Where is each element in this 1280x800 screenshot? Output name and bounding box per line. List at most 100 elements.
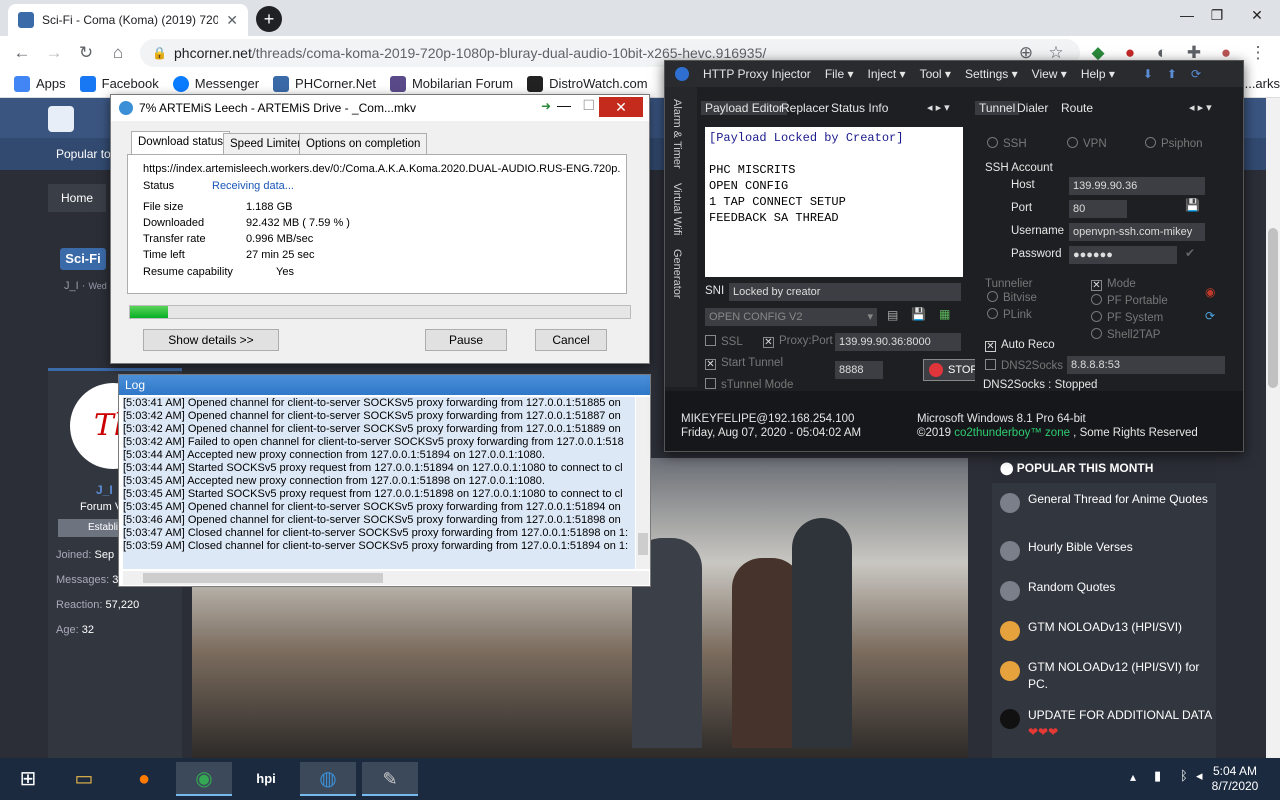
side-tab-virtual-wifi[interactable]: Virtual Wifi — [671, 183, 683, 235]
log-horizontal-scrollbar[interactable] — [123, 571, 649, 585]
menu-settings[interactable]: Settings ▾ — [965, 67, 1018, 81]
save-icon[interactable]: 💾 — [911, 307, 926, 321]
mode-shell2tap-radio[interactable]: Shell2TAP — [1091, 328, 1160, 341]
popular-item[interactable]: Hourly Bible Verses — [1000, 539, 1212, 561]
host-field[interactable]: 139.99.90.36 — [1069, 177, 1205, 195]
start-tunnel-checkbox[interactable]: ✕ Start Tunnel — [705, 357, 783, 370]
reload-icon[interactable]: ↻ — [74, 41, 98, 65]
bookmark-messenger[interactable]: Messenger — [172, 75, 259, 92]
tunnelier-plink-radio[interactable]: PLink — [987, 308, 1032, 321]
sync-icon[interactable]: ⟳ — [1205, 309, 1215, 323]
log-vscroll-thumb[interactable] — [638, 533, 648, 555]
page-scrollbar-thumb[interactable] — [1268, 228, 1278, 388]
menu-file[interactable]: File ▾ — [825, 67, 854, 81]
move-up-icon[interactable]: ⬆ — [1167, 67, 1177, 81]
bluetooth-icon[interactable]: ᛒ — [1180, 768, 1188, 783]
chrome-icon[interactable]: ◉ — [176, 762, 232, 796]
forum-badge[interactable]: Sci-Fi — [60, 248, 106, 270]
auto-reco-checkbox[interactable]: ✕ Auto Reco — [985, 339, 1055, 352]
side-tab-alarm-timer[interactable]: Alarm & Timer — [671, 99, 683, 169]
show-password-check-icon[interactable]: ✔ — [1185, 246, 1195, 260]
log-vertical-scrollbar[interactable] — [636, 397, 650, 569]
pause-button[interactable]: Pause — [425, 329, 507, 351]
minimize-icon[interactable]: — — [557, 97, 571, 113]
tab-dialer[interactable]: Dialer — [1017, 101, 1048, 115]
profile-name[interactable]: J_I — [96, 483, 113, 497]
menu-kebab-icon[interactable]: ⋮ — [1246, 41, 1270, 65]
popular-item[interactable]: General Thread for Anime Quotes — [1000, 491, 1212, 513]
local-port-field[interactable]: 8888 — [835, 361, 883, 379]
site-logo-icon[interactable] — [48, 106, 74, 132]
close-icon[interactable]: ✕ — [599, 97, 643, 117]
stunnel-checkbox[interactable]: sTunnel Mode — [705, 378, 793, 391]
proxy-port-checkbox[interactable]: ✕ Proxy:Port — [763, 335, 833, 348]
save-account-icon[interactable]: 💾 — [1185, 198, 1200, 212]
password-field[interactable]: ●●●●●● — [1069, 246, 1177, 264]
new-file-icon[interactable]: ▤ — [887, 308, 898, 322]
tab-speed-limiter[interactable]: Speed Limiter — [223, 133, 308, 154]
paint-icon[interactable]: ✎ — [362, 762, 418, 796]
bookmark-facebook[interactable]: Facebook — [79, 75, 159, 92]
menu-view[interactable]: View ▾ — [1032, 67, 1067, 81]
username-field[interactable]: openvpn-ssh.com-mikey — [1069, 223, 1205, 241]
browser-tab[interactable]: Sci-Fi - Coma (Koma) (2019) 720p ✕ — [8, 4, 248, 36]
tab-replacer[interactable]: Replacer — [781, 101, 829, 115]
popular-item[interactable]: GTM NOLOADv13 (HPI/SVI) — [1000, 619, 1212, 641]
popular-item[interactable]: GTM NOLOADv12 (HPI/SVI) for PC. — [1000, 659, 1212, 693]
page-scrollbar[interactable] — [1266, 98, 1280, 758]
speed-arrow-icon[interactable]: ➜ — [541, 99, 551, 113]
firefox-icon[interactable]: ● — [116, 762, 172, 796]
menu-inject[interactable]: Inject ▾ — [868, 67, 906, 81]
popular-item[interactable]: UPDATE FOR ADDITIONAL DATA ❤❤❤ — [1000, 707, 1212, 741]
stop-mode-icon[interactable]: ◉ — [1205, 285, 1215, 299]
payload-editor[interactable]: [Payload Locked by Creator] PHC MISCRITS… — [705, 127, 963, 277]
tab-scroll-arrows-icon[interactable]: ◂ ▸ ▾ — [927, 101, 950, 114]
dns2socks-checkbox[interactable]: DNS2Socks — [985, 359, 1063, 372]
file-explorer-icon[interactable]: ▭ — [56, 762, 112, 796]
author-name[interactable]: J_I — [64, 280, 79, 292]
mode-psiphon-radio[interactable]: Psiphon — [1145, 137, 1203, 150]
other-bookmarks[interactable]: ...arks — [1245, 76, 1280, 91]
start-windows-icon[interactable]: ⊞ — [0, 762, 56, 796]
menu-help[interactable]: Help ▾ — [1081, 67, 1115, 81]
show-details-button[interactable]: Show details >> — [143, 329, 279, 351]
tunnelier-bitvise-radio[interactable]: Bitvise — [987, 291, 1037, 304]
hpi-icon[interactable]: hpi — [238, 762, 294, 796]
close-tab-icon[interactable]: ✕ — [226, 12, 238, 29]
menu-tool[interactable]: Tool ▾ — [920, 67, 951, 81]
home-icon[interactable]: ⌂ — [106, 41, 130, 65]
close-window-icon[interactable]: ✕ — [1234, 0, 1280, 30]
mode-pf-system-radio[interactable]: PF System — [1091, 311, 1163, 324]
bookmark-mobilarian[interactable]: Mobilarian Forum — [389, 75, 513, 92]
side-tab-generator[interactable]: Generator — [671, 249, 683, 299]
log-body[interactable]: [5:03:41 AM] Opened channel for client-t… — [123, 397, 635, 569]
tab-status-info[interactable]: Status Info — [831, 101, 888, 115]
proxy-port-field[interactable]: 139.99.90.36:8000 — [835, 333, 961, 351]
nav-popular-link[interactable]: Popular to — [56, 147, 111, 161]
breadcrumb-home[interactable]: Home — [48, 184, 106, 212]
refresh-icon[interactable]: ⟳ — [1191, 67, 1201, 81]
tab-scroll-arrows-icon[interactable]: ◂ ▸ ▾ — [1189, 101, 1212, 114]
forward-icon[interactable]: → — [42, 41, 66, 65]
tab-options-completion[interactable]: Options on completion — [299, 133, 428, 154]
config-select[interactable]: OPEN CONFIG V2 ▾ — [705, 308, 877, 326]
mode-checkbox[interactable]: ✕ Mode — [1091, 278, 1136, 291]
mode-pf-portable-radio[interactable]: PF Portable — [1091, 294, 1168, 307]
copyright-link[interactable]: co2thunderboy™ zone — [954, 427, 1070, 439]
mode-vpn-radio[interactable]: VPN — [1067, 137, 1107, 150]
log-hscroll-thumb[interactable] — [143, 573, 383, 583]
tab-route[interactable]: Route — [1061, 101, 1093, 115]
artemis-taskbar-icon[interactable]: ◍ — [300, 762, 356, 796]
cancel-button[interactable]: Cancel — [535, 329, 607, 351]
taskbar-clock[interactable]: 5:04 AM 8/7/2020 — [1200, 764, 1270, 794]
mode-ssh-radio[interactable]: SSH — [987, 137, 1027, 150]
bookmark-apps[interactable]: Apps — [14, 75, 66, 92]
export-icon[interactable]: ▦ — [939, 307, 950, 321]
bookmark-distrowatch[interactable]: DistroWatch.com — [527, 75, 648, 92]
sni-field[interactable]: Locked by creator — [729, 283, 961, 301]
tab-tunnel[interactable]: Tunnel — [975, 101, 1020, 115]
tab-payload-editor[interactable]: Payload Editor — [701, 101, 788, 115]
network-signal-icon[interactable]: ▮ — [1154, 768, 1161, 784]
popular-item[interactable]: Random Quotes — [1000, 579, 1212, 601]
bookmark-phcorner[interactable]: PHCorner.Net — [273, 75, 376, 92]
